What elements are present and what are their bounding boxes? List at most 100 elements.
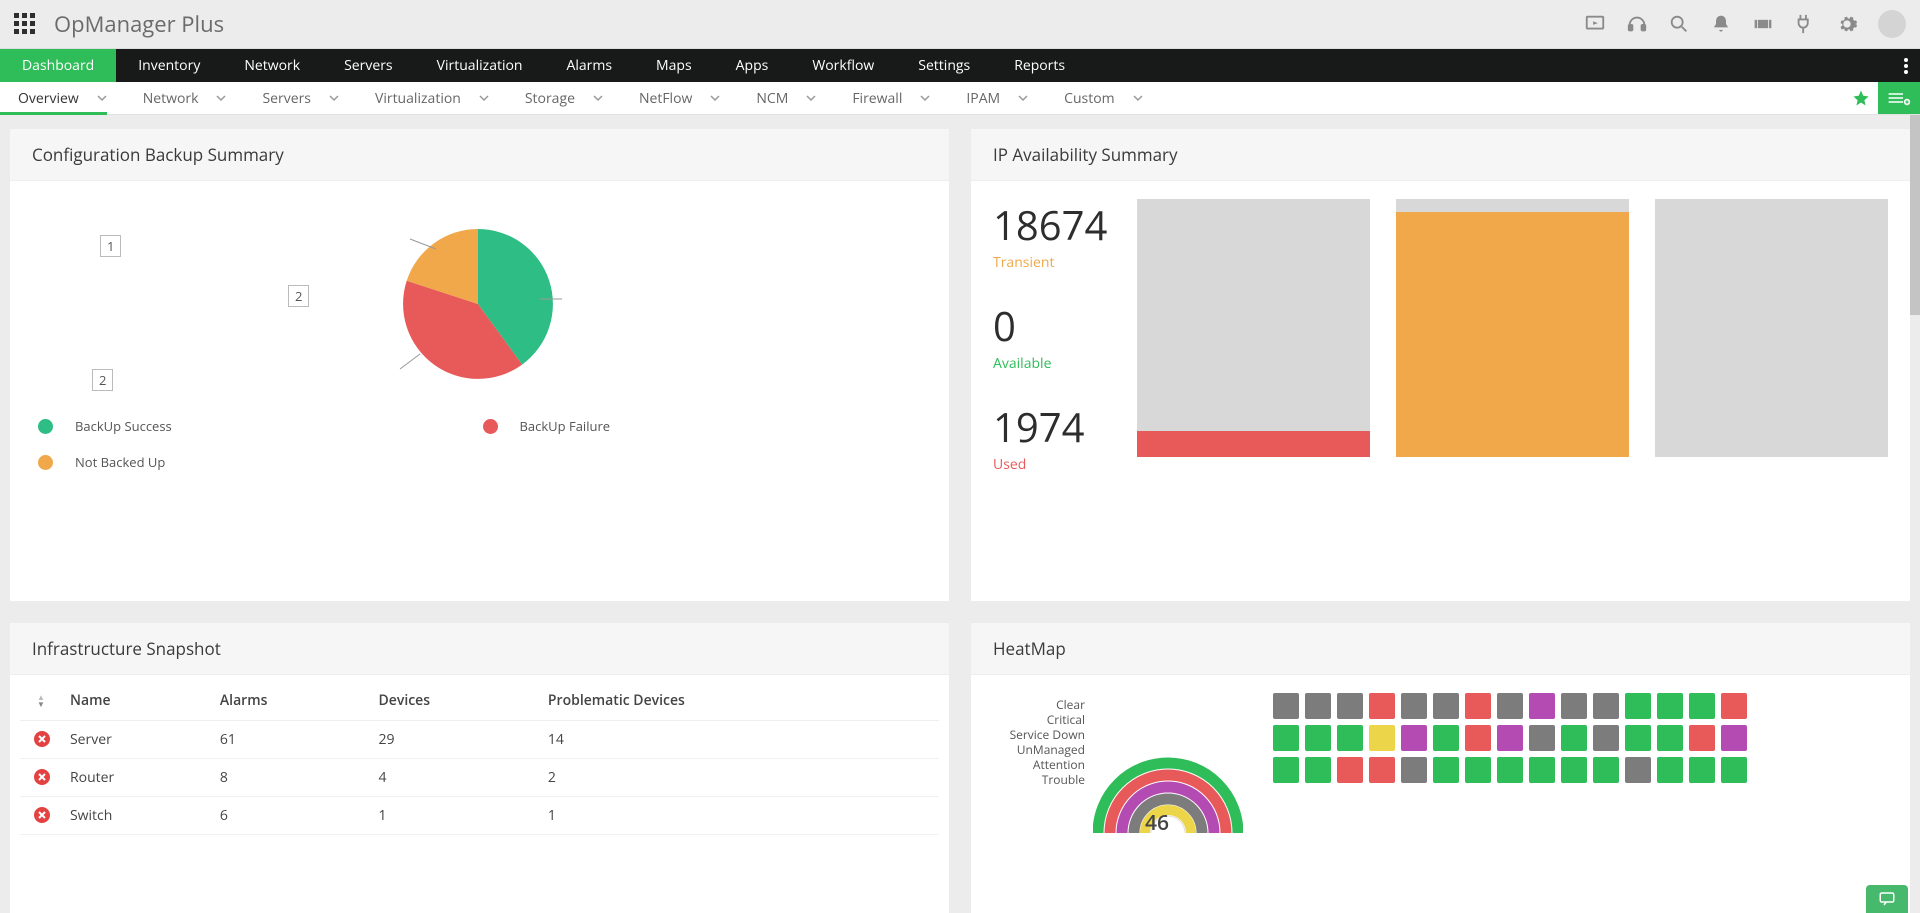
sort-icon xyxy=(36,694,46,708)
chevron-down-icon xyxy=(593,93,603,103)
heatmap-cell[interactable] xyxy=(1689,693,1715,719)
cell-name: Router xyxy=(64,759,214,797)
legend-label: BackUp Success xyxy=(75,417,172,435)
subnav-custom[interactable]: Custom xyxy=(1046,82,1160,114)
table-row[interactable]: Switch 6 1 1 xyxy=(20,797,939,835)
plugin-icon[interactable] xyxy=(1794,13,1816,35)
nav-settings[interactable]: Settings xyxy=(896,49,992,82)
chat-icon[interactable] xyxy=(1866,885,1908,913)
heatmap-center-count: 46 xyxy=(1145,809,1169,837)
heatmap-cell[interactable] xyxy=(1529,757,1555,783)
add-widget-button[interactable] xyxy=(1878,82,1920,114)
nav-alarms[interactable]: Alarms xyxy=(545,49,635,82)
heatmap-cell[interactable] xyxy=(1593,693,1619,719)
subnav-netflow[interactable]: NetFlow xyxy=(621,82,738,114)
subnav-overview[interactable]: Overview xyxy=(0,82,125,114)
heatmap-cell[interactable] xyxy=(1561,725,1587,751)
headset-icon[interactable] xyxy=(1626,13,1648,35)
heatmap-cell[interactable] xyxy=(1369,693,1395,719)
heatmap-cell[interactable] xyxy=(1465,725,1491,751)
heatmap-cell[interactable] xyxy=(1561,757,1587,783)
scrollbar[interactable] xyxy=(1910,115,1920,315)
subnav-storage[interactable]: Storage xyxy=(507,82,621,114)
heatmap-cell[interactable] xyxy=(1273,725,1299,751)
legend-dot xyxy=(38,419,53,434)
search-icon[interactable] xyxy=(1668,13,1690,35)
nav-reports[interactable]: Reports xyxy=(992,49,1087,82)
heatmap-cell[interactable] xyxy=(1465,693,1491,719)
heatmap-cell[interactable] xyxy=(1369,757,1395,783)
cell-devices: 1 xyxy=(373,797,542,835)
heatmap-cell[interactable] xyxy=(1657,693,1683,719)
table-row[interactable]: Router 8 4 2 xyxy=(20,759,939,797)
heatmap-cell[interactable] xyxy=(1273,693,1299,719)
nav-dashboard[interactable]: Dashboard xyxy=(0,49,116,82)
heatmap-cell[interactable] xyxy=(1497,693,1523,719)
heatmap-cell[interactable] xyxy=(1433,693,1459,719)
heatmap-cell[interactable] xyxy=(1497,757,1523,783)
heatmap-cell[interactable] xyxy=(1593,757,1619,783)
heatmap-cell[interactable] xyxy=(1657,725,1683,751)
heatmap-cell[interactable] xyxy=(1657,757,1683,783)
heatmap-cell[interactable] xyxy=(1721,725,1747,751)
nav-more-icon[interactable] xyxy=(1892,49,1920,82)
nav-inventory[interactable]: Inventory xyxy=(116,49,222,82)
battery-icon[interactable] xyxy=(1752,13,1774,35)
legend-dot xyxy=(38,455,53,470)
heatmap-cell[interactable] xyxy=(1337,693,1363,719)
heatmap-cell[interactable] xyxy=(1625,693,1651,719)
sort-column[interactable] xyxy=(20,681,64,721)
heatmap-cell[interactable] xyxy=(1337,757,1363,783)
subnav-label: Firewall xyxy=(852,89,902,108)
favorite-icon[interactable] xyxy=(1844,82,1878,114)
subnav-ipam[interactable]: IPAM xyxy=(948,82,1046,114)
subnav-ncm[interactable]: NCM xyxy=(738,82,834,114)
heatmap-cell[interactable] xyxy=(1721,693,1747,719)
nav-virtualization[interactable]: Virtualization xyxy=(415,49,545,82)
heatmap-cell[interactable] xyxy=(1689,725,1715,751)
heatmap-cell[interactable] xyxy=(1625,725,1651,751)
nav-apps[interactable]: Apps xyxy=(714,49,791,82)
present-icon[interactable] xyxy=(1584,13,1606,35)
bell-icon[interactable] xyxy=(1710,13,1732,35)
heatmap-cell[interactable] xyxy=(1529,693,1555,719)
table-row[interactable]: Server 61 29 14 xyxy=(20,721,939,759)
cell-name: Server xyxy=(64,721,214,759)
subnav-servers[interactable]: Servers xyxy=(244,82,357,114)
avatar[interactable] xyxy=(1878,10,1906,38)
nav-network[interactable]: Network xyxy=(222,49,322,82)
heatmap-cell[interactable] xyxy=(1337,725,1363,751)
heatmap-cell[interactable] xyxy=(1625,757,1651,783)
heatmap-cell[interactable] xyxy=(1369,725,1395,751)
heatmap-cell[interactable] xyxy=(1529,725,1555,751)
nav-servers[interactable]: Servers xyxy=(322,49,415,82)
heatmap-cell[interactable] xyxy=(1401,757,1427,783)
heatmap-cell[interactable] xyxy=(1305,693,1331,719)
col-name[interactable]: Name xyxy=(64,681,214,721)
subnav-virtualization[interactable]: Virtualization xyxy=(357,82,507,114)
heatmap-cell[interactable] xyxy=(1401,725,1427,751)
nav-maps[interactable]: Maps xyxy=(634,49,714,82)
subnav-network[interactable]: Network xyxy=(125,82,245,114)
col-alarms[interactable]: Alarms xyxy=(214,681,373,721)
gear-icon[interactable] xyxy=(1836,13,1858,35)
heatmap-cell[interactable] xyxy=(1305,725,1331,751)
heatmap-cell[interactable] xyxy=(1593,725,1619,751)
heatmap-cell[interactable] xyxy=(1465,757,1491,783)
col-devices[interactable]: Devices xyxy=(373,681,542,721)
nav-workflow[interactable]: Workflow xyxy=(790,49,896,82)
subnav-label: Network xyxy=(143,89,199,108)
heatmap-cell[interactable] xyxy=(1721,757,1747,783)
apps-grid-icon[interactable] xyxy=(14,13,36,35)
heatmap-cell[interactable] xyxy=(1497,725,1523,751)
subnav-firewall[interactable]: Firewall xyxy=(834,82,948,114)
heatmap-cell[interactable] xyxy=(1305,757,1331,783)
heatmap-cell[interactable] xyxy=(1433,757,1459,783)
heatmap-cell[interactable] xyxy=(1561,693,1587,719)
heatmap-cell[interactable] xyxy=(1401,693,1427,719)
col-problematic[interactable]: Problematic Devices xyxy=(542,681,939,721)
heatmap-cell[interactable] xyxy=(1689,757,1715,783)
heatmap-cell[interactable] xyxy=(1433,725,1459,751)
pie-callout-failure: 2 xyxy=(92,369,113,391)
heatmap-cell[interactable] xyxy=(1273,757,1299,783)
